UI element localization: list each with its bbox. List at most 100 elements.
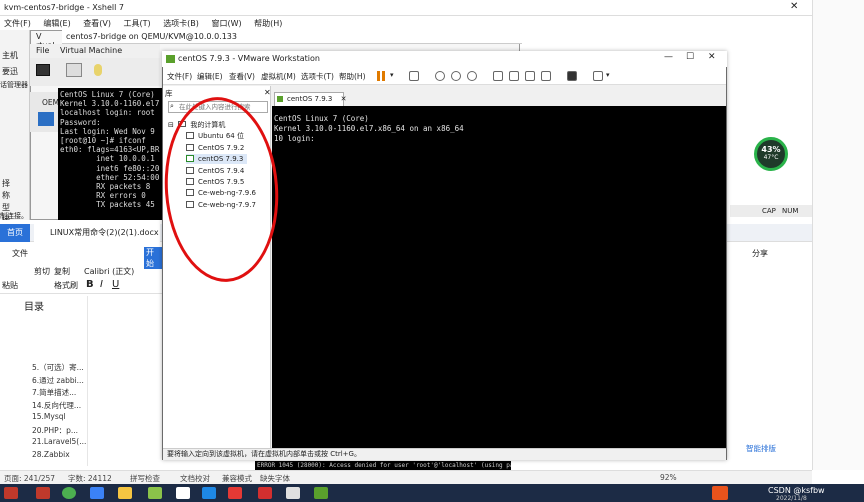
xshell-menu-help[interactable]: 帮助(H) bbox=[254, 18, 282, 29]
minimize-icon[interactable]: — bbox=[664, 52, 673, 62]
taskbar-date[interactable]: 2022/11/8 bbox=[776, 495, 807, 502]
app-icon[interactable] bbox=[148, 487, 162, 499]
underline-icon[interactable]: U bbox=[112, 279, 119, 290]
toc-item[interactable]: 21.Laravel5(... bbox=[32, 437, 86, 446]
xshell-menu-edit[interactable]: 编辑(E) bbox=[43, 18, 70, 29]
toc-item[interactable]: 5.（可选）寄... bbox=[32, 362, 84, 373]
app-icon[interactable] bbox=[258, 487, 272, 499]
terminal-line: inet6 fe80::20 bbox=[60, 163, 160, 173]
vm-tab[interactable]: centOS 7.9.3 ✕ bbox=[274, 92, 347, 106]
qemu-toolbar bbox=[30, 58, 160, 86]
wps-icon[interactable] bbox=[228, 487, 242, 499]
vmware-menu-view[interactable]: 查看(V) bbox=[229, 71, 255, 82]
smart-layout-button[interactable]: 智能排版 bbox=[746, 443, 776, 454]
console-icon[interactable] bbox=[66, 63, 82, 77]
toc-item[interactable]: 20.PHP：p... bbox=[32, 425, 78, 436]
vmware-menubar: 文件(F) 编辑(E) 查看(V) 虚拟机(M) 选项卡(T) 帮助(H) ▾ … bbox=[163, 67, 726, 85]
wps-document-tab[interactable]: LINUX常用命令(2)(2(1).docx bbox=[34, 224, 160, 242]
console-line: Kernel 3.10.0-1160.el7.x86_64 on an x86_… bbox=[274, 124, 464, 133]
chrome-icon[interactable] bbox=[62, 487, 76, 499]
toc-item[interactable]: 28.Zabbix bbox=[32, 450, 70, 459]
maximize-icon[interactable]: ☐ bbox=[686, 52, 694, 62]
system-monitor-gauge[interactable]: 43% 47°C bbox=[754, 137, 788, 171]
wps-home-tab[interactable]: 首页 bbox=[0, 224, 30, 242]
toc-item[interactable]: 7.简单描述... bbox=[32, 387, 76, 398]
cut-button[interactable]: 剪切 bbox=[34, 266, 50, 277]
spell-check[interactable]: 拼写检查 bbox=[130, 473, 160, 484]
xshell-menu-tab[interactable]: 选项卡(B) bbox=[163, 18, 199, 29]
app-icon[interactable] bbox=[286, 487, 300, 499]
ime-icon[interactable] bbox=[712, 486, 728, 500]
qemu-sidebar: OEM bbox=[30, 92, 59, 132]
chevron-down-icon[interactable]: ▾ bbox=[606, 71, 610, 79]
toc-item[interactable]: 15.Mysql bbox=[32, 412, 66, 421]
xshell-close-icon[interactable]: ✕ bbox=[790, 1, 798, 12]
tab-close-icon[interactable]: ✕ bbox=[341, 95, 347, 103]
vm-screen-icon[interactable] bbox=[38, 112, 54, 126]
toc-item[interactable]: 6.通过 zabbi... bbox=[32, 375, 84, 386]
fullscreen-icon[interactable] bbox=[525, 71, 535, 81]
vmware-menu-help[interactable]: 帮助(H) bbox=[339, 71, 366, 82]
zoom-level[interactable]: 92% bbox=[660, 473, 677, 482]
bulb-icon[interactable] bbox=[94, 64, 102, 76]
app-icon[interactable] bbox=[202, 487, 216, 499]
send-ctrl-alt-del-icon[interactable] bbox=[409, 71, 419, 81]
vmware-menu-tabs[interactable]: 选项卡(T) bbox=[301, 71, 334, 82]
pause-icon[interactable] bbox=[377, 71, 380, 81]
wps-file-menu[interactable]: 文件 bbox=[12, 248, 28, 259]
app-icon[interactable] bbox=[90, 487, 104, 499]
vmware-menu-edit[interactable]: 编辑(E) bbox=[197, 71, 223, 82]
doc-proof[interactable]: 文档校对 bbox=[180, 473, 210, 484]
qemu-terminal[interactable]: CentOS Linux 7 (Core) Kernel 3.10.0-1160.… bbox=[58, 88, 162, 220]
library-close-icon[interactable]: ✕ bbox=[264, 88, 271, 97]
snapshot-icon[interactable] bbox=[435, 71, 445, 81]
vmware-menu-file[interactable]: 文件(F) bbox=[167, 71, 192, 82]
qemu-menu-vm[interactable]: Virtual Machine bbox=[60, 46, 122, 55]
xshell-session-sidebar: 主机 要迅 话管理器 择 称 型 接 注 bbox=[0, 30, 30, 236]
xshell-menu-file[interactable]: 文件(F) bbox=[4, 18, 31, 29]
app-icon[interactable] bbox=[4, 487, 18, 499]
terminal-line: CentOS Linux 7 (Core) bbox=[60, 90, 155, 99]
tree-collapse-icon[interactable]: ⊟ bbox=[168, 121, 174, 129]
xshell-menu-window[interactable]: 窗口(W) bbox=[211, 18, 241, 29]
toc-item[interactable]: 14.反向代理... bbox=[32, 400, 81, 411]
monitor-icon[interactable] bbox=[36, 64, 50, 76]
app-icon[interactable] bbox=[176, 487, 190, 499]
close-icon[interactable]: ✕ bbox=[708, 52, 716, 62]
xshell-side-label: 要迅 bbox=[2, 67, 18, 76]
copy-button[interactable]: 复制 bbox=[54, 266, 70, 277]
snapshot-manager-icon[interactable] bbox=[467, 71, 477, 81]
library-view-icon[interactable] bbox=[493, 71, 503, 81]
word-count[interactable]: 字数: 24112 bbox=[68, 473, 112, 484]
toc-title: 目录 bbox=[24, 302, 44, 313]
terminal-line: Last login: Wed Nov 9 bbox=[60, 126, 155, 136]
vmware-menu-vm[interactable]: 虚拟机(M) bbox=[261, 71, 296, 82]
terminal-line: [root@10 ~]# ifconf bbox=[60, 136, 146, 146]
search-icon: ⌕ bbox=[170, 102, 174, 110]
format-painter-button[interactable]: 格式刷 bbox=[54, 280, 78, 291]
bold-icon[interactable]: B bbox=[86, 279, 94, 290]
share-button[interactable]: 分享 bbox=[752, 248, 768, 259]
wps-start-tab[interactable]: 开始 bbox=[144, 247, 162, 269]
unity-icon[interactable] bbox=[541, 71, 551, 81]
stretch-view-icon[interactable] bbox=[593, 71, 603, 81]
font-select[interactable]: Calibri (正文) bbox=[84, 266, 134, 277]
xshell-menu-tools[interactable]: 工具(T) bbox=[124, 18, 151, 29]
xshell-menu-view[interactable]: 查看(V) bbox=[83, 18, 111, 29]
chevron-down-icon[interactable]: ▾ bbox=[390, 71, 394, 79]
terminal-line: ether 52:54:00 bbox=[60, 172, 160, 182]
wps-statusbar: 页面: 241/257 字数: 24112 拼写检查 文档校对 兼容模式 缺失字… bbox=[0, 470, 812, 484]
console-view-icon[interactable] bbox=[567, 71, 577, 81]
folder-icon[interactable] bbox=[118, 487, 132, 499]
windows-taskbar: CSDN @ksfbw 2022/11/8 bbox=[0, 484, 864, 502]
vm-console[interactable]: CentOS Linux 7 (Core) Kernel 3.10.0-1160.… bbox=[272, 106, 726, 448]
vmware-icon[interactable] bbox=[314, 487, 328, 499]
italic-icon[interactable]: I bbox=[100, 279, 103, 290]
paste-button[interactable]: 粘贴 bbox=[2, 280, 18, 291]
revert-snapshot-icon[interactable] bbox=[451, 71, 461, 81]
thumbnail-view-icon[interactable] bbox=[509, 71, 519, 81]
page-indicator: 页面: 241/257 bbox=[4, 474, 56, 483]
qemu-menu-file[interactable]: File bbox=[36, 46, 49, 55]
app-icon[interactable] bbox=[36, 487, 50, 499]
missing-font[interactable]: 缺失字体 bbox=[260, 473, 290, 484]
